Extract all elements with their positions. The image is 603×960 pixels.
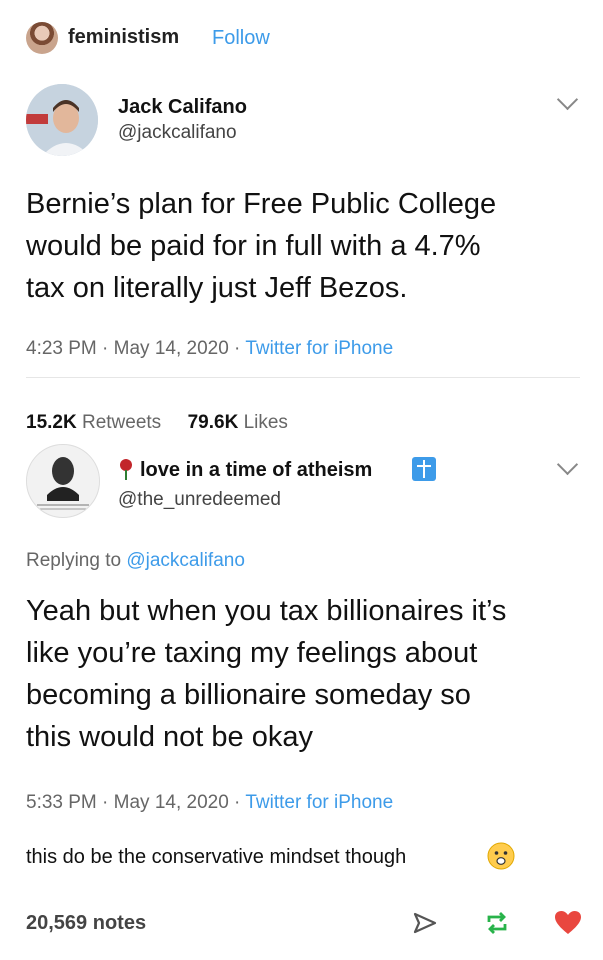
- tweet-text: Bernie’s plan for Free Public College wo…: [26, 183, 496, 309]
- tweet-line: would be paid for in full with a 4.7%: [26, 230, 481, 262]
- author-handle[interactable]: @jackcalifano: [118, 122, 237, 144]
- avatar-jack-icon: [26, 84, 98, 156]
- tweet-line: Bernie’s plan for Free Public College: [26, 188, 497, 220]
- author-name[interactable]: Jack Califano: [118, 96, 247, 119]
- tweet-line: tax on literally just Jeff Bezos.: [26, 272, 408, 304]
- tweet-text: Yeah but when you tax billionaires it’s …: [26, 590, 506, 758]
- replying-prefix: Replying to: [26, 550, 127, 571]
- tweet-line: this would not be okay: [26, 721, 313, 753]
- replying-to: Replying to @jackcalifano: [26, 550, 245, 572]
- cross-icon: [412, 457, 436, 481]
- tweet-source[interactable]: Twitter for iPhone: [245, 338, 393, 359]
- blog-avatar[interactable]: [26, 22, 58, 54]
- heart-icon[interactable]: [554, 910, 582, 941]
- likes-label: Likes: [243, 412, 288, 433]
- blog-name[interactable]: feministism: [68, 26, 179, 49]
- reblog-icon[interactable]: [483, 909, 511, 942]
- retweets-count[interactable]: 15.2K: [26, 412, 77, 433]
- divider: [26, 377, 580, 378]
- retweets-label: Retweets: [81, 412, 162, 433]
- author-name[interactable]: love in a time of atheism: [140, 459, 372, 482]
- tweet-meta: 4:23 PM · May 14, 2020 · Twitter for iPh…: [26, 338, 393, 360]
- notes-count[interactable]: 20,569 notes: [26, 912, 146, 935]
- author-handle[interactable]: @the_unredeemed: [118, 489, 281, 511]
- avatar[interactable]: [26, 84, 98, 156]
- tweet-stats: 15.2K Retweets 79.6K Likes: [26, 412, 288, 434]
- rose-icon: [118, 458, 134, 485]
- chevron-down-icon[interactable]: [556, 453, 579, 476]
- share-icon[interactable]: [412, 911, 438, 940]
- tweet-line: Yeah but when you tax billionaires it’s: [26, 595, 507, 627]
- avatar-engraving-icon: [27, 445, 99, 517]
- post-caption: this do be the conservative mindset thou…: [26, 846, 406, 869]
- tweet-source[interactable]: Twitter for iPhone: [245, 792, 393, 813]
- tweet-time: 4:23 PM · May 14, 2020 ·: [26, 338, 246, 359]
- follow-button[interactable]: Follow: [212, 27, 270, 50]
- likes-count[interactable]: 79.6K: [188, 412, 239, 433]
- grimace-emoji-icon: [487, 842, 515, 875]
- tweet-time: 5:33 PM · May 14, 2020 ·: [26, 792, 246, 813]
- tweet-line: like you’re taxing my feelings about: [26, 637, 478, 669]
- tweet-meta: 5:33 PM · May 14, 2020 · Twitter for iPh…: [26, 792, 393, 814]
- avatar[interactable]: [26, 444, 100, 518]
- caption-text: this do be the conservative mindset thou…: [26, 846, 407, 868]
- chevron-down-icon[interactable]: [556, 88, 579, 111]
- tweet-line: becoming a billionaire someday so: [26, 679, 471, 711]
- replying-handle[interactable]: @jackcalifano: [126, 550, 245, 571]
